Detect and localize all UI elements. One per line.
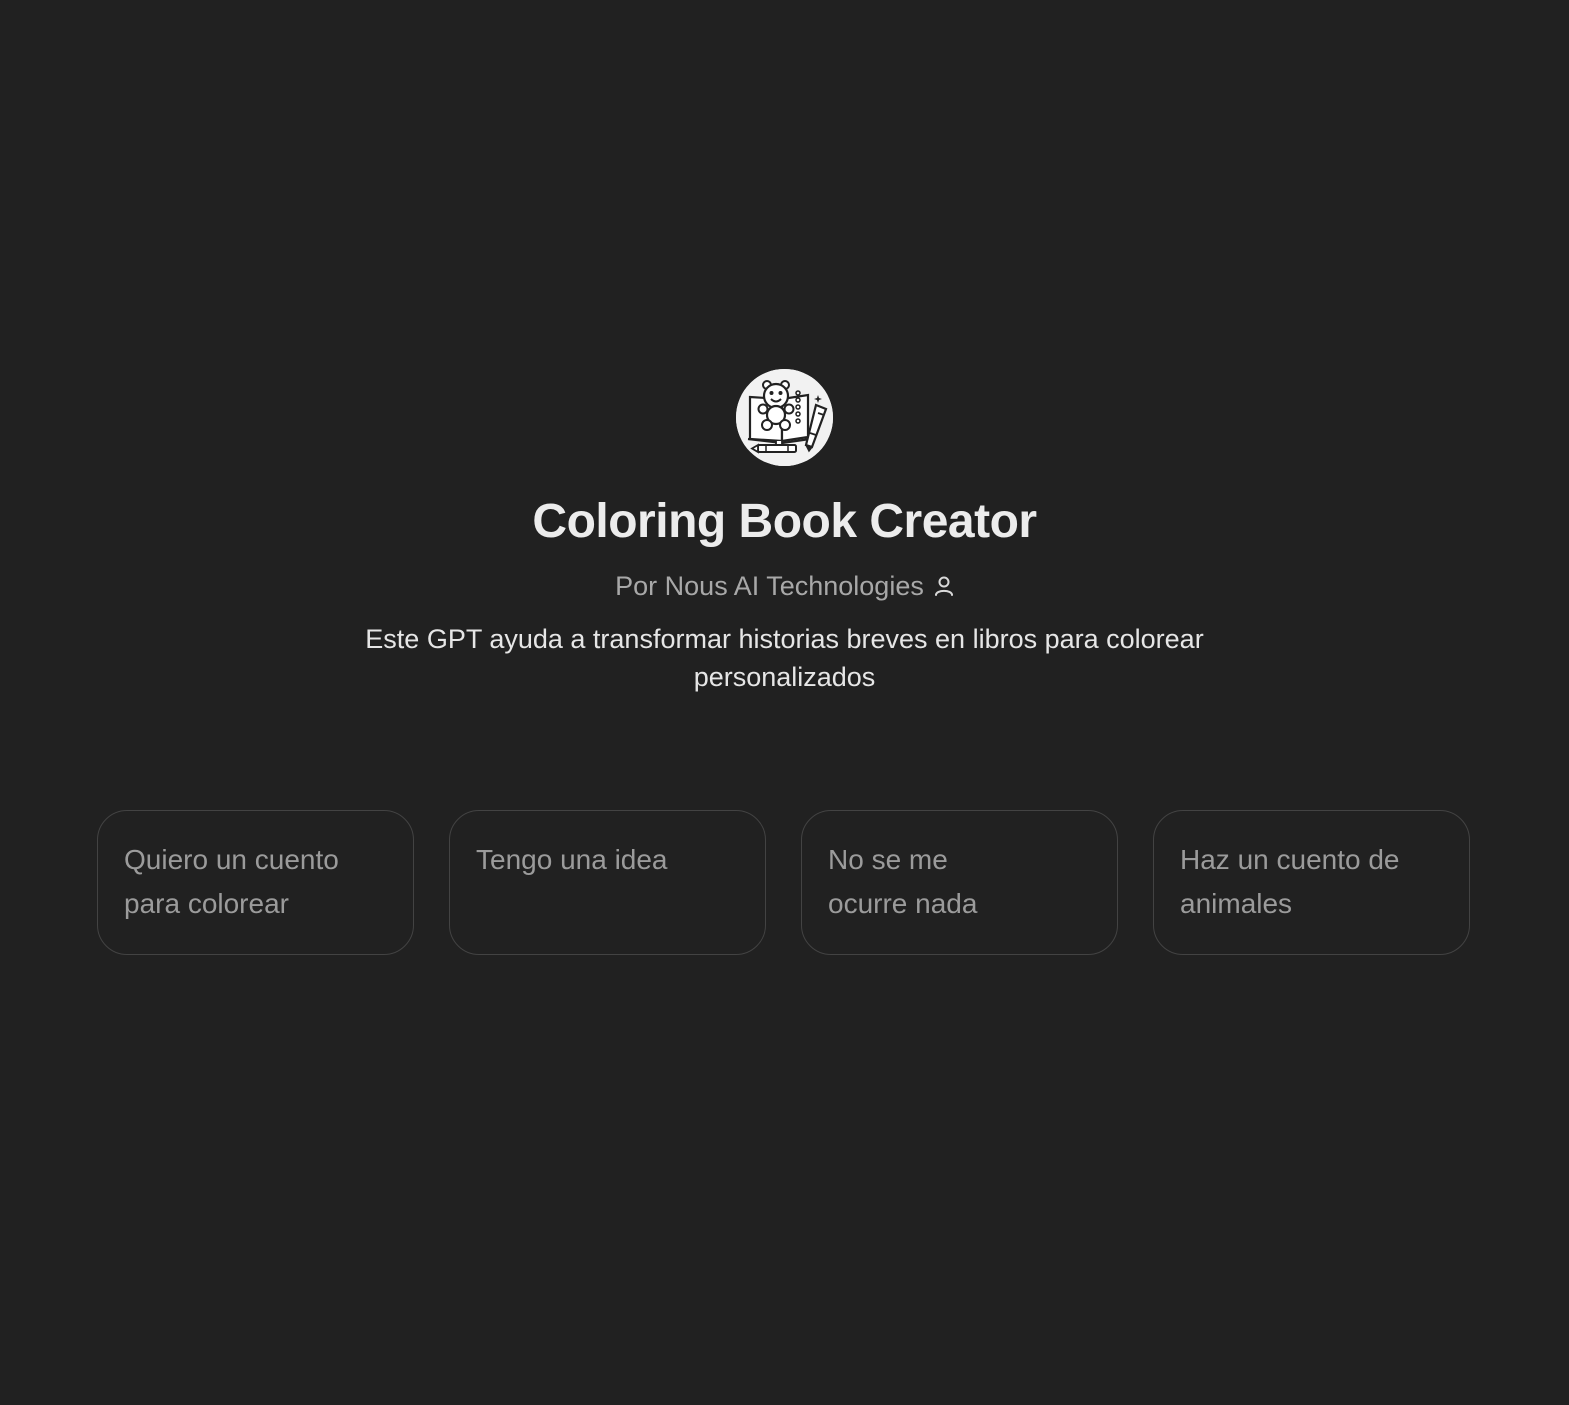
starter-card[interactable]: No se me ocurre nada <box>801 810 1118 955</box>
starter-label: Tengo una idea <box>476 844 668 875</box>
author-link[interactable]: Por Nous AI Technologies <box>615 566 954 606</box>
starter-label: No se me ocurre nada <box>828 844 978 919</box>
gpt-description: Este GPT ayuda a transformar historias b… <box>365 624 1204 692</box>
gpt-avatar <box>736 369 833 466</box>
gpt-welcome-page: Coloring Book Creator Por Nous AI Techno… <box>0 0 1569 1405</box>
starter-label: Haz un cuento de animales <box>1180 844 1400 919</box>
gpt-title: Coloring Book Creator <box>532 495 1037 548</box>
starter-label: Quiero un cuento para colorear <box>124 844 339 919</box>
conversation-starters: Quiero un cuento para colorear Tengo una… <box>97 810 1472 957</box>
author-name: Por Nous AI Technologies <box>615 571 924 601</box>
coloring-book-logo-icon <box>736 369 833 466</box>
starter-card[interactable]: Tengo una idea <box>449 810 766 955</box>
starter-card[interactable]: Quiero un cuento para colorear <box>97 810 414 955</box>
user-icon <box>934 576 953 596</box>
starter-card[interactable]: Haz un cuento de animales <box>1153 810 1470 955</box>
author-line: Por Nous AI Technologies <box>0 566 1569 606</box>
